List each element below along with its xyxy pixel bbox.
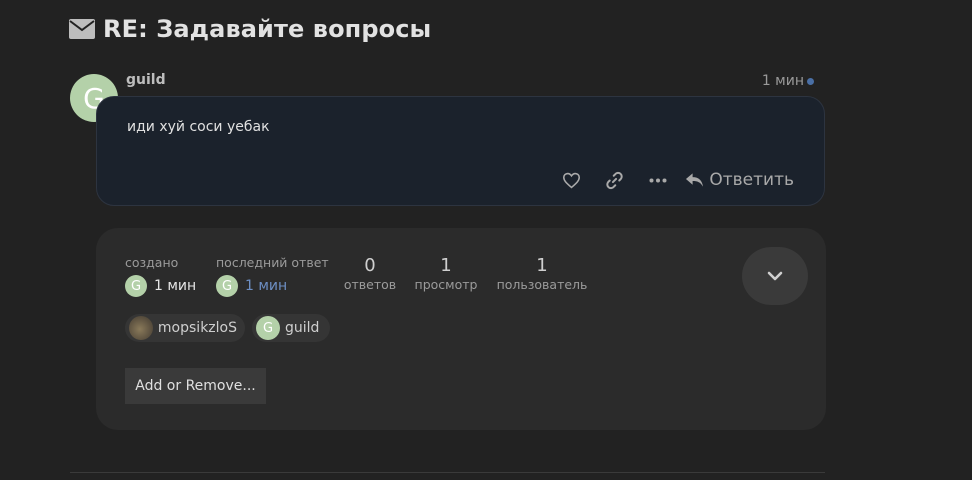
participant-name: mopsikzloS <box>157 320 237 336</box>
created-avatar: G <box>125 275 147 297</box>
like-button[interactable] <box>550 169 593 191</box>
participant-chip-mopsikzlos[interactable]: mopsikzloS <box>125 314 245 342</box>
replies-count: 0 <box>364 255 376 276</box>
reply-label: Ответить <box>709 170 794 190</box>
participant-chip-guild[interactable]: G guild <box>252 314 330 342</box>
replies-stat: 0 ответов <box>343 255 397 293</box>
add-or-remove-button[interactable]: Add or Remove... <box>125 368 266 404</box>
post-time-text: 1 мин <box>761 73 804 89</box>
envelope-icon <box>69 19 95 39</box>
avatar-letter: G <box>221 278 233 294</box>
last-reply-info[interactable]: G 1 мин <box>216 275 287 297</box>
participant-avatar <box>129 316 153 340</box>
reply-icon <box>686 173 704 187</box>
views-count: 1 <box>440 255 452 276</box>
users-label: пользователь <box>496 277 588 292</box>
reply-button[interactable]: Ответить <box>685 170 794 190</box>
users-count: 1 <box>536 255 548 276</box>
more-actions-button[interactable] <box>636 169 679 191</box>
avatar-letter: G <box>262 320 274 336</box>
created-label: создано <box>125 255 179 270</box>
last-reply-value: 1 мин <box>245 278 288 294</box>
link-icon <box>606 171 624 189</box>
post-time[interactable]: 1 мин <box>762 73 814 89</box>
divider <box>70 472 825 473</box>
views-stat: 1 просмотр <box>413 255 479 293</box>
created-value: 1 мин <box>154 278 197 294</box>
last-reply-avatar: G <box>216 275 238 297</box>
topic-title: RE: Задавайте вопросы <box>69 14 431 44</box>
replies-label: ответов <box>343 277 397 292</box>
participant-avatar: G <box>256 316 280 340</box>
topic-title-text[interactable]: RE: Задавайте вопросы <box>103 15 431 43</box>
avatar-letter: G <box>130 278 142 294</box>
expand-summary-button[interactable] <box>742 247 808 305</box>
participant-name: guild <box>285 320 320 336</box>
created-info[interactable]: G 1 мин <box>125 275 196 297</box>
post-text: иди хуй соси уебак <box>127 119 270 135</box>
unread-dot <box>807 77 814 85</box>
topic-summary: создано G 1 мин последний ответ G 1 мин … <box>96 228 826 430</box>
post-username[interactable]: guild <box>126 72 166 88</box>
ellipsis-icon <box>649 178 667 182</box>
heart-icon <box>563 172 581 188</box>
users-stat: 1 пользователь <box>496 255 588 293</box>
views-label: просмотр <box>414 277 478 292</box>
post-actions: Ответить <box>550 169 794 191</box>
last-reply-label: последний ответ <box>216 255 329 270</box>
post-body: иди хуй соси уебак Ответить <box>96 96 825 206</box>
chevron-down-icon <box>767 271 783 281</box>
share-link-button[interactable] <box>593 169 636 191</box>
